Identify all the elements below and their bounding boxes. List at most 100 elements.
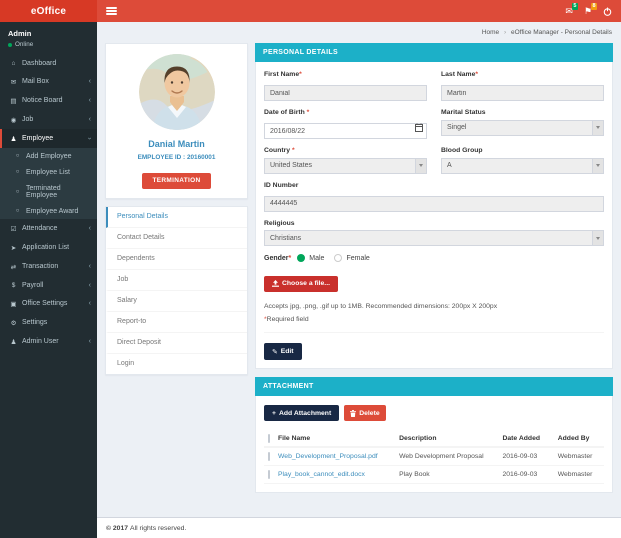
breadcrumb-separator: › (503, 29, 507, 36)
sidebar-item-admin-user[interactable]: ♟ Admin User ‹ (0, 332, 97, 351)
board-icon: ▤ (10, 97, 17, 105)
employee-submenu: ○ Add Employee ○ Employee List ○ Termina… (0, 148, 97, 219)
select-all-checkbox[interactable] (268, 433, 270, 443)
personal-details-panel: PERSONAL DETAILS First Name* Last Name* (255, 43, 613, 369)
sidebar-user-status: Online (8, 41, 89, 48)
attachment-buttons: + Add Attachment Delete (264, 405, 604, 421)
messages-badge: 5 (571, 2, 578, 10)
select-caret-icon (592, 231, 603, 245)
power-icon (603, 6, 612, 16)
app-logo[interactable]: eOffice (0, 0, 97, 22)
menu-item-salary[interactable]: Salary (106, 291, 247, 312)
gender-label: Gender* (264, 254, 292, 262)
menu-item-dependents[interactable]: Dependents (106, 249, 247, 270)
chevron-left-icon: ‹ (88, 281, 91, 289)
country-select[interactable]: United States (264, 157, 427, 174)
sidebar-user-name: Admin (8, 29, 32, 38)
col-date-added: Date Added (498, 430, 554, 448)
termination-button[interactable]: TERMINATION (141, 172, 212, 189)
profile-photo (138, 54, 215, 130)
menu-item-report-to[interactable]: Report-to (106, 312, 247, 333)
file-link[interactable]: Web_Development_Proposal.pdf (278, 453, 378, 460)
chevron-down-icon: ‹ (86, 137, 94, 140)
messages-button[interactable]: ✉ 5 (565, 2, 578, 16)
required-field-note: *Required field (264, 315, 309, 323)
sidebar-item-dashboard[interactable]: ⌂ Dashboard (0, 54, 97, 72)
file-link[interactable]: Play_book_cannot_edit.docx (278, 471, 365, 478)
col-file-name: File Name (274, 430, 396, 448)
panel-title: PERSONAL DETAILS (255, 43, 613, 62)
menu-item-login[interactable]: Login (106, 354, 247, 374)
users-icon: ♟ (10, 135, 17, 143)
first-name-field[interactable] (264, 85, 427, 101)
select-caret-icon (592, 158, 603, 173)
top-header: eOffice ✉ 5 ⚑ 8 (0, 0, 621, 22)
chevron-left-icon: ‹ (88, 263, 91, 270)
attachment-table: File Name Description Date Added Added B… (264, 430, 604, 484)
envelope-icon: ✉ (10, 78, 17, 86)
sidebar-item-employee-award[interactable]: ○ Employee Award (0, 203, 97, 219)
circle-icon: ○ (15, 169, 20, 175)
menu-item-job[interactable]: Job (106, 270, 247, 291)
notifications-button[interactable]: ⚑ 8 (584, 2, 597, 16)
row-checkbox[interactable] (268, 452, 270, 461)
col-added-by: Added By (553, 430, 604, 448)
employee-id: EMPLOYEE ID : 20160001 (137, 154, 216, 161)
attachment-table-header: File Name Description Date Added Added B… (264, 430, 604, 448)
sidebar-item-notice-board[interactable]: ▤ Notice Board ‹ (0, 91, 97, 110)
id-number-field[interactable] (264, 195, 604, 212)
date-of-birth-field[interactable] (264, 123, 427, 139)
sidebar-item-add-employee[interactable]: ○ Add Employee (0, 148, 97, 164)
row-checkbox[interactable] (268, 470, 270, 479)
notifications-badge: 8 (590, 2, 597, 10)
delete-attachment-button[interactable]: Delete (344, 405, 386, 421)
sidebar-item-attendance[interactable]: ☑ Attendance ‹ (0, 219, 97, 238)
select-caret-icon (592, 120, 603, 135)
menu-item-contact-details[interactable]: Contact Details (106, 228, 247, 249)
choose-file-button[interactable]: Choose a file... (264, 275, 338, 292)
menu-item-direct-deposit[interactable]: Direct Deposit (106, 333, 247, 354)
sidebar-toggle-icon[interactable] (106, 7, 117, 15)
trash-icon (350, 409, 357, 417)
main-area: Home › eOffice Manager - Personal Detail… (97, 22, 621, 538)
add-attachment-button[interactable]: + Add Attachment (264, 405, 340, 421)
profile-card: Danial Martin EMPLOYEE ID : 20160001 TER… (105, 43, 248, 199)
left-column: Danial Martin EMPLOYEE ID : 20160001 TER… (105, 43, 248, 375)
chevron-left-icon: ‹ (88, 116, 91, 123)
breadcrumb: Home › eOffice Manager - Personal Detail… (97, 22, 621, 41)
gender-male-radio[interactable] (297, 254, 306, 262)
breadcrumb-current: eOffice Manager - Personal Details (510, 29, 612, 36)
marital-status-select[interactable]: Singel (441, 119, 604, 136)
last-name-field[interactable] (441, 85, 604, 101)
sidebar-item-mailbox[interactable]: ✉ Mail Box ‹ (0, 72, 97, 91)
sidebar: Admin Online ⌂ Dashboard ✉ Mail Box ‹ ▤ … (0, 22, 97, 538)
sidebar-item-employee-list[interactable]: ○ Employee List (0, 164, 97, 180)
menu-item-personal-details[interactable]: Personal Details (106, 206, 247, 228)
sidebar-item-terminated-employee[interactable]: ○ Terminated Employee (0, 180, 97, 203)
circle-icon: ○ (15, 208, 20, 214)
blood-group-select[interactable]: A (441, 157, 604, 174)
sidebar-item-office-settings[interactable]: ▣ Office Settings ‹ (0, 294, 97, 313)
breadcrumb-home-link[interactable]: Home (482, 29, 499, 36)
marital-status-label: Marital Status (441, 109, 486, 116)
sidebar-item-transaction[interactable]: ⇄ Transaction ‹ (0, 257, 97, 276)
profile-menu-card: Personal Details Contact Details Depende… (105, 205, 248, 375)
attachment-panel: ATTACHMENT + Add Attachment Delete File … (255, 377, 613, 493)
briefcase-icon: ▣ (10, 300, 17, 308)
gender-female-radio[interactable] (334, 254, 343, 262)
col-description: Description (395, 430, 499, 448)
footer-text: All rights reserved. (130, 524, 187, 532)
dollar-icon: $ (11, 281, 16, 289)
send-icon: ➤ (10, 244, 17, 252)
sidebar-item-employee[interactable]: ♟ Employee ‹ (0, 129, 97, 148)
upload-icon (272, 280, 279, 287)
sidebar-item-job[interactable]: ◉ Job ‹ (0, 110, 97, 129)
sidebar-item-payroll[interactable]: $ Payroll ‹ (0, 276, 97, 294)
sidebar-item-settings[interactable]: ⚙ Settings (0, 313, 97, 332)
sidebar-item-application-list[interactable]: ➤ Application List (0, 238, 97, 257)
page-footer: © 2017 All rights reserved. (97, 517, 621, 538)
logout-button[interactable] (603, 6, 612, 16)
religious-select[interactable]: Christians (264, 230, 604, 246)
calendar-icon (415, 123, 423, 132)
edit-button[interactable]: ✎ Edit (264, 343, 302, 360)
